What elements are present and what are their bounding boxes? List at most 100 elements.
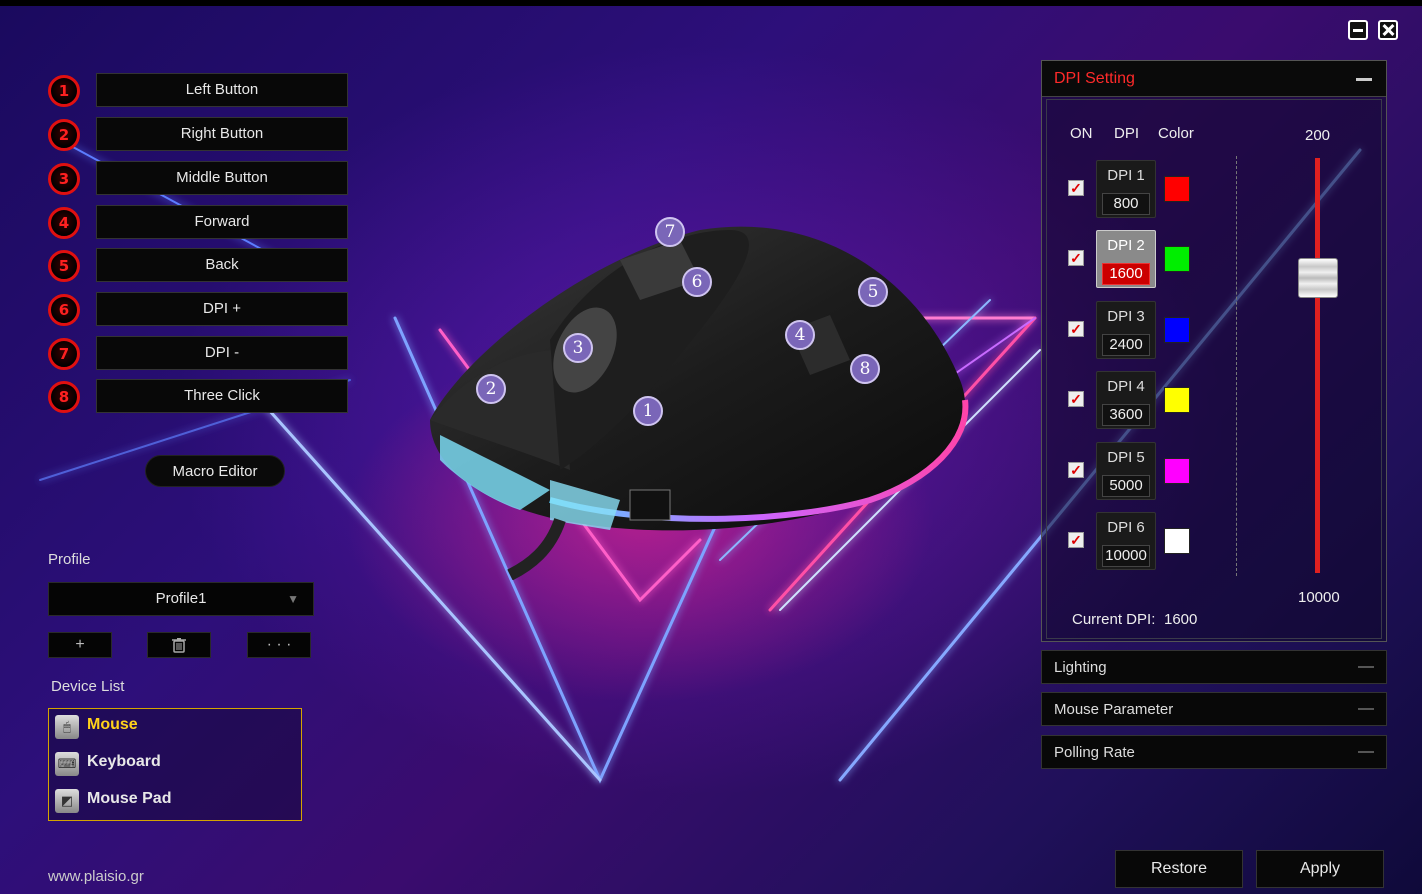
column-header-dpi: DPI bbox=[1114, 125, 1140, 142]
dpi-level-box-selected[interactable]: DPI 2 1600 bbox=[1096, 230, 1156, 288]
button-number-badge: 2 bbox=[48, 119, 80, 151]
button-number-badge: 8 bbox=[48, 381, 80, 413]
dpi-enable-checkbox[interactable]: ✓ bbox=[1068, 391, 1084, 407]
assign-forward-button[interactable]: Forward bbox=[96, 205, 348, 239]
button-number-badge: 7 bbox=[48, 338, 80, 370]
dpi-enable-checkbox[interactable]: ✓ bbox=[1068, 321, 1084, 337]
mouse-callout-8: 8 bbox=[850, 354, 880, 384]
device-item-mouse[interactable]: 🖱 Mouse bbox=[55, 713, 295, 741]
trash-icon bbox=[172, 638, 186, 653]
button-number-badge: 6 bbox=[48, 294, 80, 326]
delete-profile-button[interactable] bbox=[147, 632, 211, 658]
mouse-callout-7: 7 bbox=[655, 217, 685, 247]
macro-editor-button[interactable]: Macro Editor bbox=[145, 455, 285, 487]
dpi-color-swatch[interactable] bbox=[1164, 458, 1190, 484]
assign-left-button[interactable]: Left Button bbox=[96, 73, 348, 107]
assign-dpi-plus-button[interactable]: DPI + bbox=[96, 292, 348, 326]
section-label: Lighting bbox=[1054, 659, 1107, 676]
dpi-level-box[interactable]: DPI 6 10000 bbox=[1096, 512, 1156, 570]
dpi-divider bbox=[1236, 156, 1237, 576]
dpi-level-box[interactable]: DPI 1 800 bbox=[1096, 160, 1156, 218]
slider-min-label: 200 bbox=[1305, 127, 1331, 144]
mouse-callout-4: 4 bbox=[785, 320, 815, 350]
dpi-enable-checkbox[interactable]: ✓ bbox=[1068, 250, 1084, 266]
dpi-level-value[interactable]: 800 bbox=[1102, 193, 1150, 215]
dpi-color-swatch[interactable] bbox=[1164, 387, 1190, 413]
dpi-slider-track[interactable] bbox=[1315, 158, 1320, 573]
dpi-panel-header[interactable]: DPI Setting bbox=[1042, 61, 1386, 97]
device-item-keyboard[interactable]: ⌨ Keyboard bbox=[55, 750, 295, 778]
dpi-level-value[interactable]: 10000 bbox=[1102, 545, 1150, 567]
dpi-color-swatch[interactable] bbox=[1164, 176, 1190, 202]
add-profile-button[interactable]: + bbox=[48, 632, 112, 658]
button-row-4: 4 Forward bbox=[48, 205, 348, 241]
mouse-pad-icon: ◩ bbox=[55, 789, 79, 813]
device-item-mouse-pad[interactable]: ◩ Mouse Pad bbox=[55, 787, 295, 815]
profile-heading: Profile bbox=[48, 551, 91, 568]
section-mouse-parameter[interactable]: Mouse Parameter bbox=[1041, 692, 1387, 726]
assign-back-button[interactable]: Back bbox=[96, 248, 348, 282]
device-label: Mouse bbox=[87, 716, 138, 733]
dpi-level-row-5: ✓ DPI 5 5000 bbox=[1068, 442, 1198, 504]
mouse-callout-2: 2 bbox=[476, 374, 506, 404]
dpi-level-row-4: ✓ DPI 4 3600 bbox=[1068, 371, 1198, 433]
apply-button[interactable]: Apply bbox=[1256, 850, 1384, 888]
profile-select[interactable]: Profile1 ▼ bbox=[48, 582, 314, 616]
dpi-level-name: DPI 4 bbox=[1107, 378, 1145, 395]
device-list: 🖱 Mouse ⌨ Keyboard ◩ Mouse Pad bbox=[48, 708, 302, 821]
current-dpi-value: 1600 bbox=[1164, 611, 1198, 628]
dpi-level-value[interactable]: 2400 bbox=[1102, 334, 1150, 356]
dpi-level-name: DPI 3 bbox=[1107, 308, 1145, 325]
restore-button[interactable]: Restore bbox=[1115, 850, 1243, 888]
dpi-level-row-3: ✓ DPI 3 2400 bbox=[1068, 301, 1198, 363]
device-label: Mouse Pad bbox=[87, 790, 172, 807]
section-polling-rate[interactable]: Polling Rate bbox=[1041, 735, 1387, 769]
device-list-heading: Device List bbox=[51, 678, 125, 695]
button-row-8: 8 Three Click bbox=[48, 379, 348, 415]
dpi-level-box[interactable]: DPI 3 2400 bbox=[1096, 301, 1156, 359]
assign-dpi-minus-button[interactable]: DPI - bbox=[96, 336, 348, 370]
slider-max-label: 10000 bbox=[1298, 589, 1340, 606]
button-row-2: 2 Right Button bbox=[48, 117, 348, 153]
dpi-level-row-1: ✓ DPI 1 800 bbox=[1068, 160, 1198, 222]
mouse-callout-5: 5 bbox=[858, 277, 888, 307]
dpi-enable-checkbox[interactable]: ✓ bbox=[1068, 180, 1084, 196]
button-row-1: 1 Left Button bbox=[48, 73, 348, 109]
dpi-enable-checkbox[interactable]: ✓ bbox=[1068, 462, 1084, 478]
collapse-icon bbox=[1358, 708, 1374, 710]
close-icon[interactable] bbox=[1378, 20, 1398, 40]
dpi-color-swatch[interactable] bbox=[1164, 246, 1190, 272]
dpi-level-row-6: ✓ DPI 6 10000 bbox=[1068, 512, 1198, 574]
keyboard-icon: ⌨ bbox=[55, 752, 79, 776]
dpi-level-box[interactable]: DPI 5 5000 bbox=[1096, 442, 1156, 500]
mouse-icon: 🖱 bbox=[55, 715, 79, 739]
button-number-badge: 1 bbox=[48, 75, 80, 107]
collapse-icon[interactable] bbox=[1356, 78, 1372, 81]
assign-right-button[interactable]: Right Button bbox=[96, 117, 348, 151]
section-lighting[interactable]: Lighting bbox=[1041, 650, 1387, 684]
mouse-callout-3: 3 bbox=[563, 333, 593, 363]
collapse-icon bbox=[1358, 751, 1374, 753]
footer-website: www.plaisio.gr bbox=[48, 868, 144, 885]
assign-three-click-button[interactable]: Three Click bbox=[96, 379, 348, 413]
dpi-enable-checkbox[interactable]: ✓ bbox=[1068, 532, 1084, 548]
column-header-on: ON bbox=[1070, 125, 1093, 142]
dpi-level-value[interactable]: 5000 bbox=[1102, 475, 1150, 497]
dpi-color-swatch[interactable] bbox=[1164, 317, 1190, 343]
dpi-level-value[interactable]: 1600 bbox=[1102, 263, 1150, 285]
dpi-level-name: DPI 1 bbox=[1107, 167, 1145, 184]
dpi-level-value[interactable]: 3600 bbox=[1102, 404, 1150, 426]
current-dpi-label: Current DPI: bbox=[1072, 611, 1156, 628]
more-options-button[interactable]: · · · bbox=[247, 632, 311, 658]
minimize-icon[interactable] bbox=[1348, 20, 1368, 40]
column-header-color: Color bbox=[1158, 125, 1194, 142]
dpi-level-box[interactable]: DPI 4 3600 bbox=[1096, 371, 1156, 429]
dpi-slider-thumb[interactable] bbox=[1298, 258, 1338, 298]
dpi-color-swatch[interactable] bbox=[1164, 528, 1190, 554]
button-number-badge: 3 bbox=[48, 163, 80, 195]
device-label: Keyboard bbox=[87, 753, 161, 770]
assign-middle-button[interactable]: Middle Button bbox=[96, 161, 348, 195]
dpi-level-name: DPI 2 bbox=[1107, 237, 1145, 254]
button-row-3: 3 Middle Button bbox=[48, 161, 348, 197]
collapse-icon bbox=[1358, 666, 1374, 668]
